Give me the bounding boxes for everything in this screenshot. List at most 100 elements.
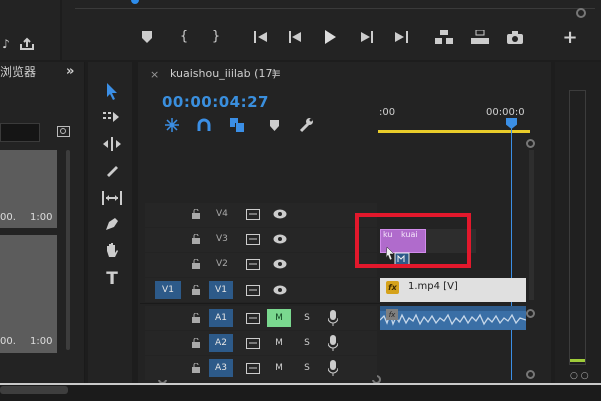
- thumbnail-duration: 1:00: [30, 212, 53, 223]
- ripple-edit-tool-icon[interactable]: [100, 133, 124, 155]
- eye-icon[interactable]: [272, 283, 288, 297]
- go-to-out-icon[interactable]: [392, 30, 410, 44]
- snap-icon[interactable]: [196, 117, 212, 133]
- lock-icon[interactable]: [191, 258, 201, 270]
- track-header-a1: [145, 306, 377, 330]
- panel-expand-icon[interactable]: »: [66, 64, 74, 79]
- eye-icon[interactable]: [272, 257, 288, 271]
- hand-tool-icon[interactable]: [100, 240, 124, 262]
- sync-lock-icon[interactable]: [245, 232, 261, 246]
- lock-icon[interactable]: [191, 337, 201, 349]
- lift-icon[interactable]: [434, 29, 454, 45]
- step-back-icon[interactable]: [288, 30, 304, 44]
- camera-icon[interactable]: [506, 29, 524, 45]
- program-scrub-bar[interactable]: [75, 0, 595, 9]
- track-name-a1[interactable]: A1: [209, 309, 233, 327]
- add-marker-icon[interactable]: [140, 30, 154, 44]
- extract-icon[interactable]: [470, 29, 490, 45]
- clip-name: 1.mp4 [V]: [408, 281, 458, 292]
- add-marker-icon[interactable]: [266, 117, 282, 133]
- track-header-v3: [145, 228, 377, 252]
- scroll-handle[interactable]: [526, 139, 535, 148]
- thumbnail-label: 00.: [0, 212, 16, 223]
- mute-button-a1[interactable]: M: [267, 309, 291, 327]
- work-area-bar[interactable]: [378, 130, 530, 133]
- selection-tool-icon[interactable]: [100, 80, 124, 102]
- audio-meter: [569, 90, 586, 365]
- mark-in-icon[interactable]: {: [178, 28, 190, 44]
- sync-lock-icon[interactable]: [245, 207, 261, 221]
- meter-solo-buttons[interactable]: ○ ○: [570, 371, 589, 381]
- lock-icon[interactable]: [191, 312, 201, 324]
- slip-tool-icon[interactable]: [100, 187, 124, 209]
- step-forward-icon[interactable]: [358, 30, 374, 44]
- thumbnail-label: 00.: [0, 336, 16, 347]
- music-note-icon[interactable]: ♪: [0, 36, 12, 52]
- microphone-icon[interactable]: [326, 334, 340, 352]
- scrub-end-handle[interactable]: [576, 8, 586, 18]
- mute-button-a3[interactable]: M: [267, 359, 291, 377]
- track-name-a3[interactable]: A3: [209, 359, 233, 377]
- audio-clip-a1[interactable]: fx: [380, 306, 526, 330]
- wrench-icon[interactable]: [298, 117, 314, 133]
- video-clip-v1[interactable]: fx 1.mp4 [V]: [380, 278, 526, 302]
- track-name-v4[interactable]: V4: [216, 209, 228, 219]
- sync-lock-icon[interactable]: [245, 311, 261, 325]
- solo-button-a2[interactable]: S: [295, 334, 319, 352]
- go-to-in-icon[interactable]: [252, 30, 270, 44]
- panel-title[interactable]: 浏览器: [0, 63, 36, 80]
- close-tab-icon[interactable]: ×: [150, 68, 159, 81]
- search-icon[interactable]: [56, 124, 70, 138]
- nest-icon[interactable]: [164, 117, 180, 133]
- lock-icon[interactable]: [191, 208, 201, 220]
- track-name-v1[interactable]: V1: [209, 281, 233, 299]
- ruler-start-label: :00: [379, 107, 396, 118]
- timeline-vscroll-track[interactable]: [529, 150, 534, 300]
- microphone-icon[interactable]: [326, 359, 340, 377]
- add-button-icon[interactable]: +: [562, 27, 578, 48]
- sync-lock-icon[interactable]: [245, 283, 261, 297]
- sync-lock-icon[interactable]: [245, 336, 261, 350]
- meter-level: [570, 359, 585, 362]
- play-icon[interactable]: [322, 29, 338, 45]
- track-name-v2[interactable]: V2: [216, 259, 228, 269]
- source-patch-v1[interactable]: V1: [155, 281, 181, 299]
- fx-badge-icon: fx: [386, 281, 399, 294]
- search-input[interactable]: [0, 123, 40, 142]
- pen-tool-icon[interactable]: [100, 213, 124, 235]
- mute-button-a2[interactable]: M: [267, 334, 291, 352]
- highlight-annotation: [355, 213, 471, 268]
- panel-menu-icon[interactable]: ≡: [271, 66, 281, 80]
- microphone-icon[interactable]: [326, 309, 340, 327]
- track-select-tool-icon[interactable]: [100, 106, 124, 128]
- linked-selection-icon[interactable]: [229, 117, 245, 133]
- sequence-tab[interactable]: kuaishou_iiilab (17): [170, 67, 277, 80]
- lock-icon[interactable]: [191, 284, 201, 296]
- sync-lock-icon[interactable]: [245, 361, 261, 375]
- track-name-v3[interactable]: V3: [216, 234, 228, 244]
- track-header-v2: [145, 253, 377, 277]
- sync-lock-icon[interactable]: [245, 257, 261, 271]
- solo-button-a1[interactable]: S: [295, 309, 319, 327]
- eye-icon[interactable]: [272, 232, 288, 246]
- type-tool-icon[interactable]: T: [100, 268, 124, 290]
- eye-icon[interactable]: [272, 207, 288, 221]
- playhead-line: [511, 128, 512, 380]
- export-icon[interactable]: [18, 36, 36, 52]
- left-panel-toolbar: ♪: [0, 0, 60, 60]
- timecode-display[interactable]: 00:00:04:27: [162, 93, 269, 111]
- solo-button-a3[interactable]: S: [295, 359, 319, 377]
- track-name-a2[interactable]: A2: [209, 334, 233, 352]
- video-audio-divider[interactable]: [140, 303, 380, 304]
- razor-tool-icon[interactable]: [100, 160, 124, 182]
- lock-icon[interactable]: [191, 362, 201, 374]
- bottom-scrollbar-thumb[interactable]: [0, 386, 68, 394]
- track-header-v4: [145, 203, 377, 227]
- bottom-strip: [0, 385, 601, 401]
- track-header-a3: [145, 356, 377, 380]
- mark-out-icon[interactable]: }: [210, 28, 222, 44]
- lock-icon[interactable]: [191, 233, 201, 245]
- scroll-handle[interactable]: [526, 370, 535, 379]
- panel-scrollbar[interactable]: [66, 150, 70, 350]
- scroll-handle[interactable]: [526, 309, 535, 318]
